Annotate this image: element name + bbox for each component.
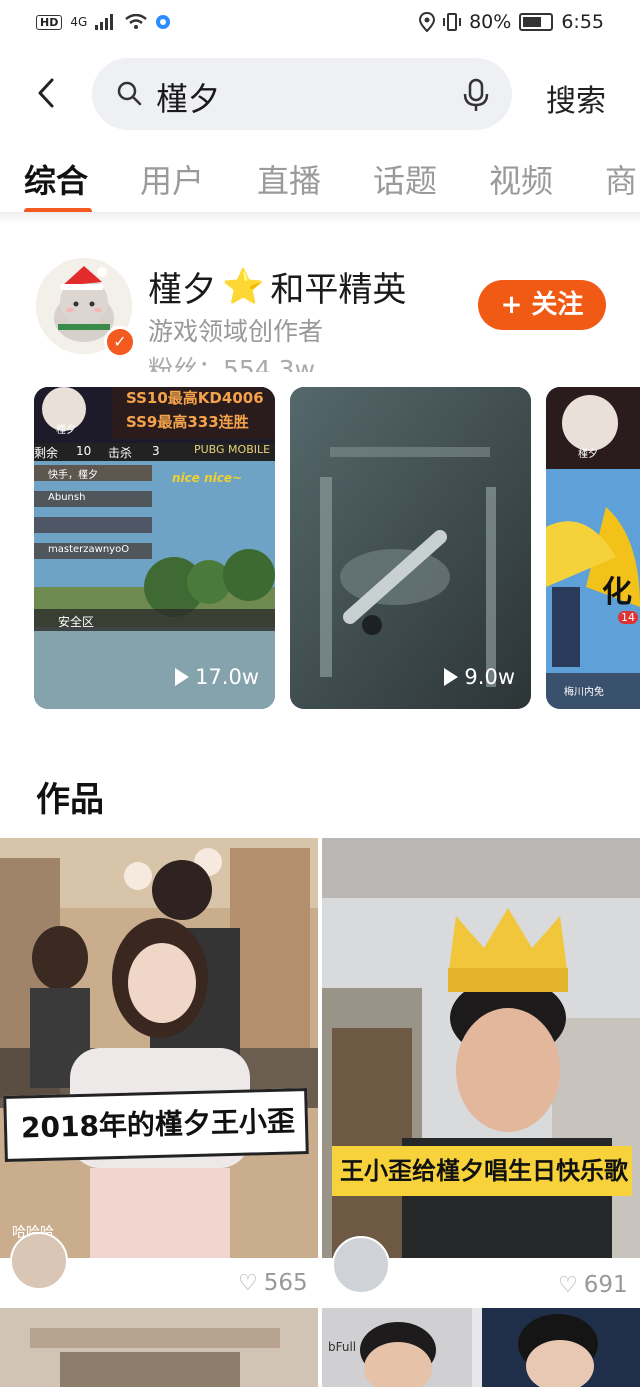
app-icon (156, 15, 171, 29)
video-banner-1: SS10最高KD4006 (126, 389, 264, 407)
heart-icon: ♡ (558, 1272, 578, 1298)
work-thumbnail (0, 838, 318, 1258)
vibrate-icon (443, 13, 462, 31)
work-author-avatar[interactable] (332, 1236, 390, 1294)
work-card[interactable]: 2018年的槿夕王小歪 哈哈哈 (0, 838, 318, 1258)
work-likes: ♡ 691 (558, 1272, 628, 1298)
work-tag: bFull (328, 1340, 357, 1354)
hud-remaining-label: 剩余 (34, 446, 59, 460)
tabs-divider (0, 212, 640, 224)
overlay-number: 14 (618, 611, 638, 624)
work-card[interactable]: 王小歪给槿夕唱生日快乐歌 (322, 838, 640, 1258)
search-input[interactable]: 槿夕 (92, 58, 512, 130)
likes-count: 565 (263, 1270, 308, 1296)
play-icon (444, 668, 459, 686)
tab-videos[interactable]: 视频 (489, 156, 553, 202)
status-left: HD 4G (36, 14, 171, 30)
follow-button[interactable]: + 关注 (478, 280, 606, 330)
view-count: 17.0w (175, 665, 259, 689)
tab-users[interactable]: 用户 (140, 156, 204, 202)
work-card[interactable]: bFull (322, 1308, 640, 1387)
tab-shop[interactable]: 商 (605, 156, 637, 202)
player-4: masterzawnyoO (48, 544, 130, 555)
user-name[interactable]: 槿夕 ⭐ 和平精英 (148, 262, 406, 311)
game-name: PUBG MOBILE (194, 443, 271, 456)
result-tabs: 综合 用户 直播 话题 视频 商 (0, 150, 640, 214)
view-count: 9.0w (444, 665, 515, 689)
overlay-note: 梅川内免 (564, 687, 604, 698)
hud-remaining-value: 10 (76, 444, 92, 458)
video-thumbnail (290, 387, 531, 709)
video-banner-2: SS9最高333连胜 (126, 413, 249, 431)
work-author-avatar[interactable] (10, 1232, 68, 1290)
user-description: 游戏领域创作者 (148, 317, 324, 346)
signal-icon (95, 14, 114, 30)
player-2: Abunsh (48, 492, 86, 503)
tab-live[interactable]: 直播 (257, 156, 321, 202)
works-section-title: 作品 (36, 780, 104, 820)
hud-kills-label: 击杀 (108, 446, 133, 460)
user-name-suffix: 和平精英 (270, 270, 407, 310)
wifi-icon (125, 14, 148, 29)
battery-percent: 80% (469, 11, 512, 33)
player-1: 快手，槿夕 (48, 470, 98, 481)
search-button[interactable]: 搜索 (546, 76, 606, 120)
video-card[interactable]: SS10最高KD4006 SS9最高333连胜 剩余 10 击杀 3 PUBG … (34, 387, 275, 709)
view-count-text: 17.0w (195, 665, 259, 689)
work-card[interactable] (0, 1308, 318, 1387)
star-icon: ⭐ (222, 266, 265, 307)
work-thumbnail (322, 1308, 640, 1387)
search-icon (117, 81, 142, 106)
microphone-icon[interactable] (462, 78, 490, 112)
battery-icon (519, 13, 554, 31)
nice-text: nice nice~ (172, 471, 243, 485)
heart-icon: ♡ (238, 1270, 258, 1296)
view-count-text: 9.0w (464, 665, 515, 689)
network-icon: 4G (70, 15, 88, 29)
search-query[interactable]: 槿夕 (156, 74, 220, 120)
status-right: 80% 6:55 (419, 11, 604, 33)
hud-kills-value: 3 (152, 444, 160, 458)
user-fans: 粉丝：554.3w (148, 355, 316, 372)
clock: 6:55 (561, 11, 604, 33)
user-name-text: 槿夕 (148, 270, 216, 310)
work-likes: ♡ 565 (238, 1270, 308, 1296)
likes-count: 691 (583, 1272, 628, 1298)
verified-badge-icon: ✓ (104, 326, 136, 358)
video-card[interactable]: 9.0w (290, 387, 531, 709)
back-icon[interactable] (30, 76, 64, 110)
work-caption: 王小歪给槿夕唱生日快乐歌 (332, 1146, 632, 1196)
location-icon (419, 12, 436, 32)
search-header: 槿夕 搜索 (0, 58, 640, 132)
mini-name: 槿夕 (56, 425, 76, 436)
tab-topics[interactable]: 话题 (373, 156, 437, 202)
hd-icon: HD (36, 14, 63, 30)
tab-comprehensive[interactable]: 综合 (24, 156, 88, 202)
safe-zone-label: 安全区 (58, 615, 95, 629)
overlay-text: 化 (602, 575, 632, 610)
status-bar: HD 4G 80% 6:55 (0, 0, 640, 44)
mini-name: 槿夕 (578, 449, 598, 460)
play-icon (175, 668, 190, 686)
work-caption: 2018年的槿夕王小歪 (3, 1088, 309, 1162)
video-thumbnail (546, 387, 640, 709)
video-card[interactable]: 槿夕 化 14 梅川内免 (546, 387, 640, 709)
work-thumbnail (0, 1308, 318, 1387)
